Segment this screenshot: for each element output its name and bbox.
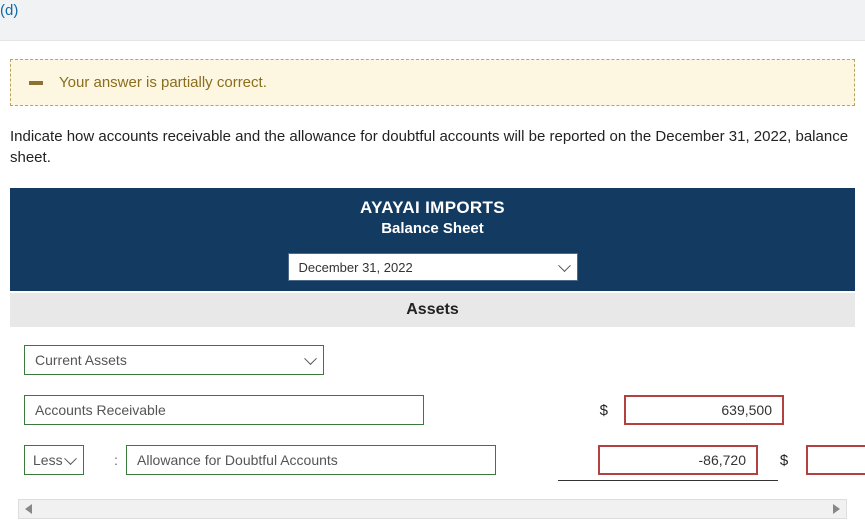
line2-value-input[interactable]: -86,720 xyxy=(598,445,758,475)
feedback-text: Your answer is partially correct. xyxy=(59,74,267,91)
line2-label: Allowance for Doubtful Accounts xyxy=(137,452,338,468)
company-name: AYAYAI IMPORTS xyxy=(10,198,855,218)
currency-symbol: $ xyxy=(584,402,614,419)
horizontal-scrollbar[interactable] xyxy=(18,499,847,519)
net-value-input[interactable] xyxy=(806,445,865,475)
date-value: December 31, 2022 xyxy=(299,260,413,275)
line1-label: Accounts Receivable xyxy=(35,402,166,418)
chevron-down-icon xyxy=(558,259,571,272)
section-assets: Assets xyxy=(10,293,855,327)
date-select[interactable]: December 31, 2022 xyxy=(288,253,578,281)
scroll-right-icon[interactable] xyxy=(833,504,840,514)
line1-value: 639,500 xyxy=(721,402,772,418)
chevron-down-icon xyxy=(64,452,77,465)
category-value: Current Assets xyxy=(35,352,127,368)
balance-sheet: AYAYAI IMPORTS Balance Sheet December 31… xyxy=(10,188,855,505)
sheet-header: AYAYAI IMPORTS Balance Sheet xyxy=(10,188,855,249)
currency-symbol-2: $ xyxy=(774,452,800,469)
sheet-title: Balance Sheet xyxy=(10,220,855,237)
less-label: Less xyxy=(33,452,63,468)
colon-separator: : xyxy=(110,452,120,468)
date-row: December 31, 2022 xyxy=(10,249,855,291)
line1-value-input[interactable]: 639,500 xyxy=(624,395,784,425)
line1-label-select[interactable]: Accounts Receivable xyxy=(24,395,424,425)
row-line1: Accounts Receivable $ 639,500 xyxy=(24,395,841,425)
row-line2: Less : Allowance for Doubtful Accounts -… xyxy=(24,445,841,475)
line2-label-select[interactable]: Allowance for Doubtful Accounts xyxy=(126,445,496,475)
row-category: Current Assets xyxy=(24,345,841,375)
top-bar: (d) xyxy=(0,0,865,41)
category-select[interactable]: Current Assets xyxy=(24,345,324,375)
partial-correct-icon xyxy=(29,81,43,85)
feedback-box: Your answer is partially correct. xyxy=(10,59,855,106)
scroll-left-icon[interactable] xyxy=(25,504,32,514)
line2-value-wrap: -86,720 xyxy=(598,445,768,475)
chevron-down-icon xyxy=(304,352,317,365)
subtotal-underline xyxy=(558,480,778,481)
question-prompt: Indicate how accounts receivable and the… xyxy=(10,126,855,168)
part-label: (d) xyxy=(0,0,18,19)
grid-area: Current Assets Accounts Receivable $ 639… xyxy=(10,327,855,505)
content-area: Your answer is partially correct. Indica… xyxy=(0,41,865,505)
line2-value: -86,720 xyxy=(699,452,746,468)
less-select[interactable]: Less xyxy=(24,445,84,475)
